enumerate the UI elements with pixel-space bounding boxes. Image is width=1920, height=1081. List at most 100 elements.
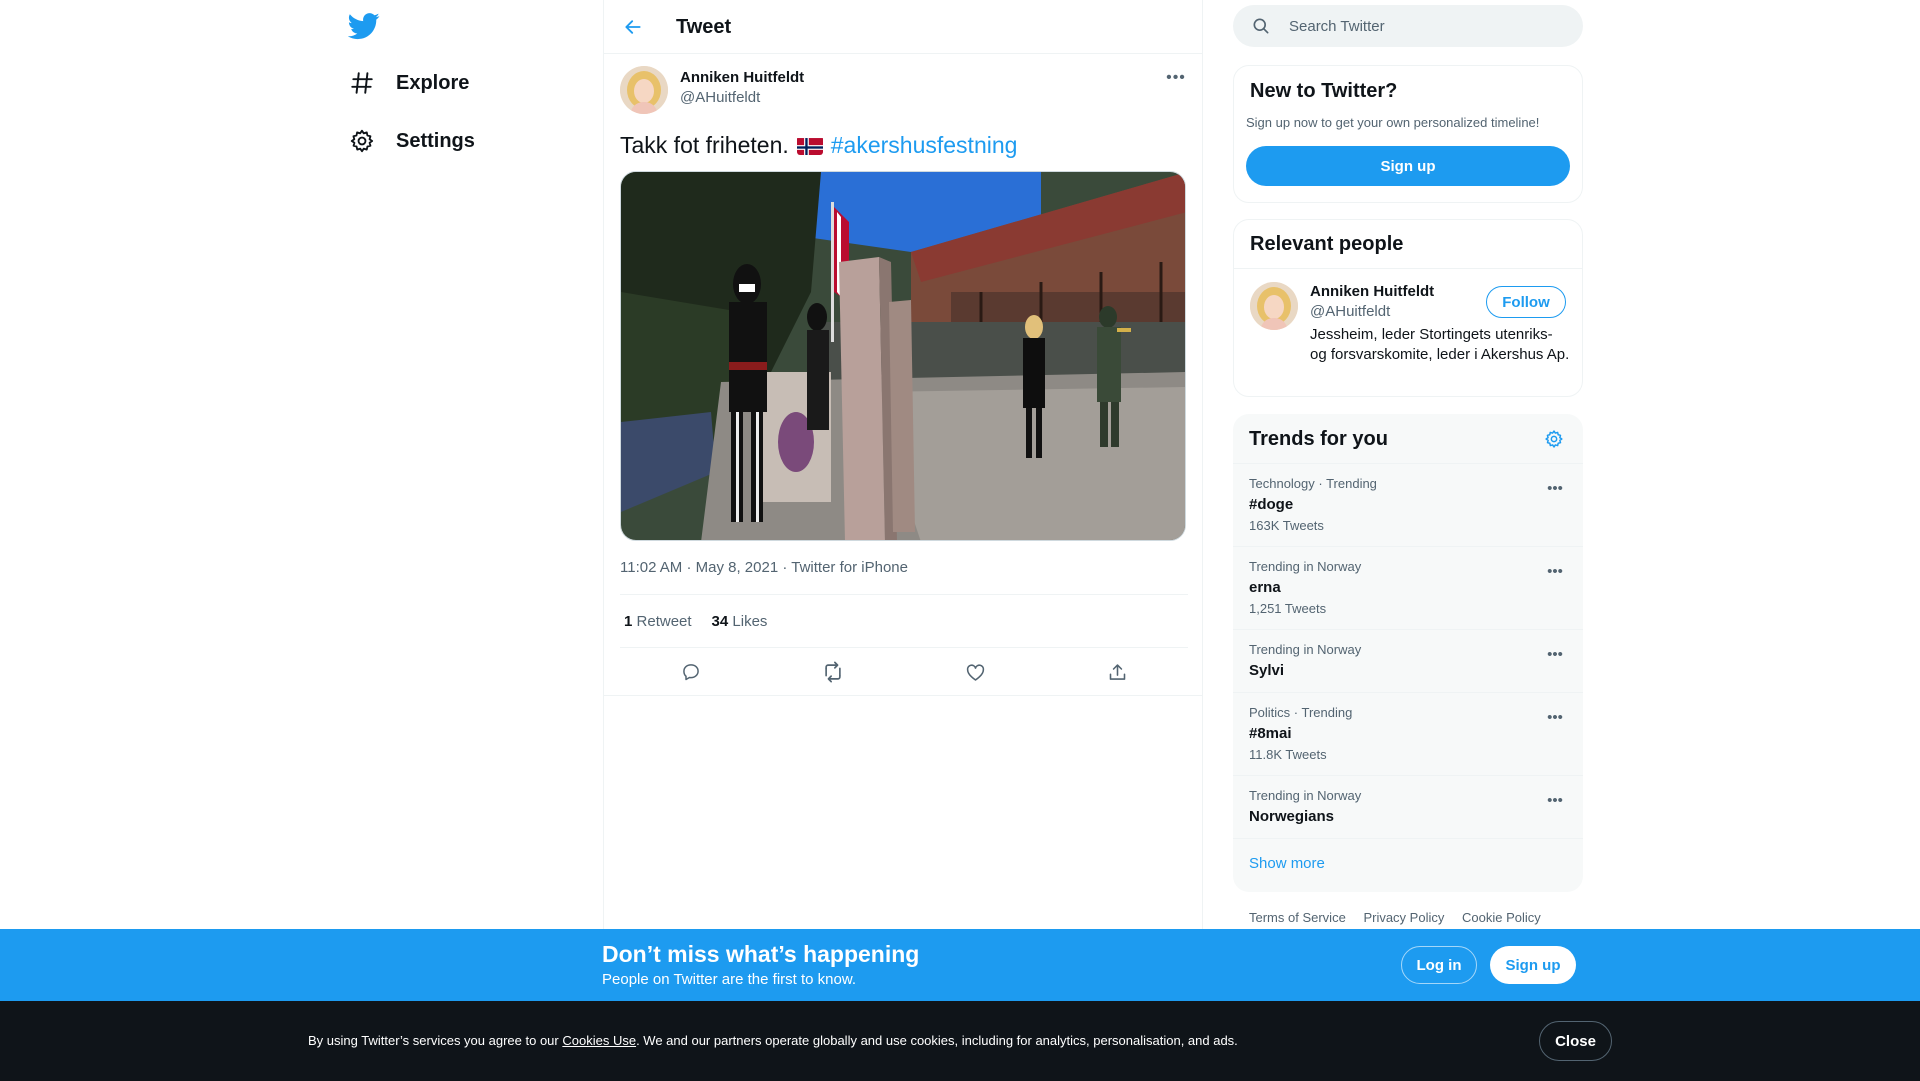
- avatar[interactable]: [620, 66, 668, 114]
- banner-subtitle: People on Twitter are the first to know.: [602, 971, 857, 988]
- terms-link[interactable]: Terms of Service: [1249, 910, 1346, 925]
- author-name[interactable]: Anniken Huitfeldt: [680, 69, 804, 86]
- ellipsis-icon: •••: [1547, 708, 1563, 726]
- ellipsis-icon: •••: [1547, 791, 1563, 809]
- privacy-link[interactable]: Privacy Policy: [1363, 910, 1444, 925]
- retweet-button[interactable]: [816, 655, 850, 689]
- tweet-source[interactable]: Twitter for iPhone: [791, 559, 908, 576]
- card-subtitle: Sign up now to get your own personalized…: [1246, 115, 1540, 130]
- retweet-icon: [825, 661, 841, 683]
- trend-context: Politics · Trending: [1249, 705, 1353, 720]
- twitter-bird-icon[interactable]: [347, 10, 380, 42]
- log-in-button[interactable]: Log in: [1401, 946, 1477, 984]
- trend-item[interactable]: Trending in Norway erna 1,251 Tweets •••: [1233, 546, 1583, 629]
- trend-context: Trending in Norway: [1249, 642, 1362, 657]
- tweet-meta: 11:02 AM · May 8, 2021 · Twitter for iPh…: [620, 559, 908, 576]
- footer-links: Terms of Service Privacy Policy Cookie P…: [1249, 910, 1555, 925]
- banner-title: Don’t miss what’s happening: [602, 941, 920, 967]
- trend-name: #doge: [1249, 496, 1294, 513]
- cookie-bar: By using Twitter’s services you agree to…: [0, 1001, 1920, 1081]
- page-title: Tweet: [676, 16, 732, 38]
- trend-more-button[interactable]: •••: [1543, 476, 1567, 500]
- like-button[interactable]: [958, 655, 992, 689]
- trend-more-button[interactable]: •••: [1543, 788, 1567, 812]
- divider: [604, 695, 1202, 696]
- trend-name: Sylvi: [1249, 662, 1285, 679]
- trend-context: Technology · Trending: [1249, 476, 1377, 491]
- tweet-stats: 1 Retweet 34 Likes: [620, 594, 1188, 648]
- trend-item[interactable]: Technology · Trending #doge 163K Tweets …: [1233, 463, 1583, 546]
- retweet-stat[interactable]: 1 Retweet: [624, 613, 692, 630]
- card-title: New to Twitter?: [1250, 80, 1398, 102]
- trend-more-button[interactable]: •••: [1543, 559, 1567, 583]
- trend-more-button[interactable]: •••: [1543, 642, 1567, 666]
- share-button[interactable]: [1100, 655, 1134, 689]
- trends-settings-button[interactable]: [1541, 426, 1567, 452]
- trend-context: Trending in Norway: [1249, 788, 1362, 803]
- trend-name: Norwegians: [1249, 808, 1335, 825]
- retweet-count: 1: [624, 612, 633, 630]
- follow-button[interactable]: Follow: [1486, 286, 1566, 318]
- back-button[interactable]: [618, 12, 648, 42]
- ellipsis-icon: •••: [1547, 479, 1563, 497]
- person-handle[interactable]: @AHuitfeldt: [1310, 303, 1390, 320]
- new-to-twitter-card: New to Twitter? Sign up now to get your …: [1233, 65, 1583, 203]
- divider: [1233, 838, 1583, 839]
- trends-card: Trends for you Technology · Trending #do…: [1233, 414, 1583, 892]
- avatar[interactable]: [1250, 282, 1298, 330]
- tweet-actions: [620, 648, 1188, 696]
- relevant-people-card: Relevant people Anniken Huitfeldt @AHuit…: [1233, 219, 1583, 397]
- trend-count: 11.8K Tweets: [1249, 747, 1327, 762]
- search-input[interactable]: [1289, 17, 1549, 35]
- sign-up-button[interactable]: Sign up: [1490, 946, 1576, 984]
- trend-item[interactable]: Trending in Norway Norwegians •••: [1233, 775, 1583, 838]
- ellipsis-icon: •••: [1547, 562, 1563, 580]
- share-icon: [1109, 663, 1125, 680]
- retweet-label: Retweet: [636, 612, 692, 630]
- hashtag-link[interactable]: #akershusfestning: [831, 132, 1018, 159]
- gear-icon: [1545, 430, 1563, 448]
- person-name[interactable]: Anniken Huitfeldt: [1310, 283, 1434, 300]
- tweet-date[interactable]: May 8, 2021: [696, 559, 779, 576]
- nav-item-label: Explore: [396, 71, 470, 94]
- author-handle[interactable]: @AHuitfeldt: [680, 89, 760, 106]
- gear-icon: [348, 127, 376, 155]
- ellipsis-icon: •••: [1547, 645, 1563, 663]
- card-title: Trends for you: [1249, 428, 1388, 450]
- nav-item-settings[interactable]: Settings: [348, 116, 475, 166]
- trend-context: Trending in Norway: [1249, 559, 1362, 574]
- tweet-time[interactable]: 11:02 AM: [620, 559, 682, 576]
- divider: [1234, 268, 1582, 269]
- hashtag-icon: [348, 69, 376, 97]
- reply-icon: [683, 664, 699, 681]
- ellipsis-icon: •••: [1166, 69, 1186, 86]
- signup-banner: Don’t miss what’s happening People on Tw…: [0, 929, 1920, 1001]
- column-header: Tweet: [604, 0, 1202, 54]
- norway-flag-icon: [796, 136, 823, 155]
- likes-count: 34: [711, 612, 729, 630]
- trend-name: #8mai: [1249, 725, 1292, 742]
- nav-item-explore[interactable]: Explore: [348, 58, 469, 108]
- reply-button[interactable]: [674, 655, 708, 689]
- show-more-link[interactable]: Show more: [1249, 855, 1325, 872]
- likes-stat[interactable]: 34 Likes: [712, 613, 768, 630]
- card-title: Relevant people: [1250, 233, 1404, 255]
- trend-more-button[interactable]: •••: [1543, 705, 1567, 729]
- trend-item[interactable]: Trending in Norway Sylvi •••: [1233, 629, 1583, 692]
- close-button[interactable]: Close: [1539, 1021, 1612, 1061]
- search-bar[interactable]: [1233, 5, 1583, 47]
- cookie-text: By using Twitter’s services you agree to…: [308, 1033, 1238, 1048]
- likes-label: Likes: [732, 612, 768, 630]
- tweet-body: Takk fot friheten.: [620, 132, 789, 158]
- person-bio: Jessheim, leder Stortingets utenriks- og…: [1310, 326, 1570, 363]
- trend-item[interactable]: Politics · Trending #8mai 11.8K Tweets •…: [1233, 692, 1583, 775]
- cookie-policy-link[interactable]: Cookie Policy: [1462, 910, 1541, 925]
- cookies-use-link[interactable]: Cookies Use: [562, 1033, 636, 1048]
- more-options-button[interactable]: •••: [1164, 66, 1188, 90]
- sign-up-button[interactable]: Sign up: [1246, 146, 1570, 186]
- trend-count: 1,251 Tweets: [1249, 601, 1327, 616]
- tweet-photo[interactable]: [620, 171, 1186, 541]
- heart-icon: [966, 663, 984, 681]
- tweet-text: Takk fot friheten. #akershusfestning: [620, 132, 1017, 159]
- nav-item-label: Settings: [396, 129, 475, 152]
